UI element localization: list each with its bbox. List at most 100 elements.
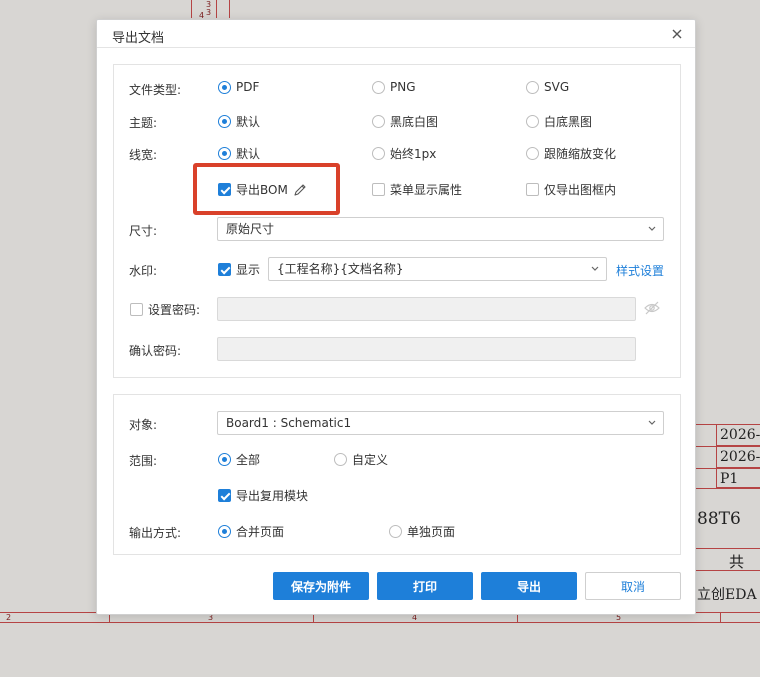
radio-label: 默认 <box>236 115 261 129</box>
radio-dot <box>372 147 385 160</box>
print-button[interactable]: 打印 <box>377 572 473 600</box>
schematic-line <box>216 0 217 18</box>
close-icon[interactable] <box>669 26 685 42</box>
checkbox-box <box>130 303 143 316</box>
watermark-value: {工程名称}{文档名称} <box>277 262 404 276</box>
radio-label: 默认 <box>236 147 261 161</box>
confirm-password-input[interactable] <box>217 337 636 361</box>
radio-label: 合并页面 <box>236 525 285 539</box>
size-select[interactable]: 原始尺寸 <box>217 217 664 241</box>
radio-separate-pages[interactable]: 单独页面 <box>389 523 455 540</box>
range-label: 范围: <box>129 454 158 468</box>
line-width-label: 线宽: <box>129 148 158 162</box>
schematic-line <box>696 548 760 549</box>
company-name: 立创EDA <box>697 587 757 603</box>
watermark-label: 水印: <box>129 264 158 278</box>
set-password-checkbox[interactable]: 设置密码: <box>130 301 200 318</box>
radio-theme-black-bg[interactable]: 黑底白图 <box>372 113 438 130</box>
export-reuse-module-checkbox[interactable]: 导出复用模块 <box>218 487 308 504</box>
schematic-line <box>696 488 760 489</box>
checkbox-label: 导出BOM <box>236 183 288 197</box>
chevron-down-icon <box>648 420 656 425</box>
schematic-line <box>696 468 716 469</box>
watermark-style-link[interactable]: 样式设置 <box>616 262 664 279</box>
menu-show-attributes-checkbox[interactable]: 菜单显示属性 <box>372 181 462 198</box>
radio-label: 自定义 <box>352 453 389 467</box>
radio-png[interactable]: PNG <box>372 80 416 94</box>
size-value: 原始尺寸 <box>226 222 275 236</box>
radio-label: 白底黑图 <box>544 115 593 129</box>
title-divider <box>97 47 695 48</box>
cancel-button[interactable]: 取消 <box>585 572 681 600</box>
radio-label: 跟随缩放变化 <box>544 147 617 161</box>
eye-hidden-icon[interactable] <box>643 300 661 316</box>
schematic-line <box>696 446 716 447</box>
watermark-select[interactable]: {工程名称}{文档名称} <box>268 257 607 281</box>
radio-pdf[interactable]: PDF <box>218 80 259 94</box>
confirm-password-label: 确认密码: <box>129 344 182 358</box>
pencil-icon[interactable] <box>292 182 308 198</box>
checkbox-box <box>372 183 385 196</box>
checkbox-label: 菜单显示属性 <box>390 183 463 197</box>
radio-label: 黑底白图 <box>390 115 439 129</box>
output-mode-label: 输出方式: <box>129 526 182 540</box>
password-input[interactable] <box>217 297 636 321</box>
title-block-cell: 2026- <box>716 446 760 468</box>
radio-dot <box>218 147 231 160</box>
radio-label: SVG <box>544 80 570 94</box>
radio-theme-white-bg[interactable]: 白底黑图 <box>526 113 592 130</box>
radio-dot <box>218 525 231 538</box>
export-bom-checkbox[interactable]: 导出BOM <box>218 181 308 198</box>
radio-dot <box>526 115 539 128</box>
radio-label: PNG <box>390 80 416 94</box>
export-button[interactable]: 导出 <box>481 572 577 600</box>
chevron-down-icon <box>648 226 656 231</box>
radio-line-scale[interactable]: 跟随缩放变化 <box>526 145 616 162</box>
save-as-attachment-button[interactable]: 保存为附件 <box>273 572 369 600</box>
radio-svg[interactable]: SVG <box>526 80 569 94</box>
radio-line-1px[interactable]: 始终1px <box>372 145 436 162</box>
radio-range-all[interactable]: 全部 <box>218 451 260 468</box>
radio-dot <box>218 453 231 466</box>
size-label: 尺寸: <box>129 224 158 238</box>
object-select[interactable]: Board1 : Schematic1 <box>217 411 664 435</box>
radio-dot <box>526 80 539 94</box>
title-block-cell: P1 <box>716 468 760 488</box>
pin-number: 3 <box>206 8 212 17</box>
radio-dot <box>218 115 231 128</box>
radio-label: 全部 <box>236 453 261 467</box>
checkbox-box <box>218 263 231 276</box>
export-document-dialog: 导出文档 文件类型: PDF PNG SVG 主题: 默认 黑底白图 白底黑图 … <box>96 19 696 615</box>
checkbox-label: 导出复用模块 <box>236 489 309 503</box>
checkbox-box <box>218 489 231 502</box>
total-label: 共 <box>729 553 745 571</box>
radio-range-custom[interactable]: 自定义 <box>334 451 388 468</box>
radio-merge-pages[interactable]: 合并页面 <box>218 523 284 540</box>
radio-label: 单独页面 <box>407 525 456 539</box>
chevron-down-icon <box>591 266 599 271</box>
theme-label: 主题: <box>129 116 158 130</box>
radio-dot <box>334 453 347 466</box>
checkbox-label: 显示 <box>236 263 261 277</box>
radio-line-default[interactable]: 默认 <box>218 145 260 162</box>
radio-dot <box>218 80 231 94</box>
checkbox-label: 设置密码: <box>148 303 201 317</box>
dialog-title: 导出文档 <box>112 31 165 46</box>
export-frame-only-checkbox[interactable]: 仅导出图框内 <box>526 181 616 198</box>
file-type-label: 文件类型: <box>129 83 182 97</box>
object-value: Board1 : Schematic1 <box>226 416 352 430</box>
title-block-cell: 2026- <box>716 424 760 446</box>
radio-dot <box>372 115 385 128</box>
schematic-line <box>229 0 230 18</box>
radio-dot <box>372 80 385 94</box>
schematic-line <box>696 570 760 571</box>
ruler-tick <box>720 612 721 622</box>
radio-dot <box>389 525 402 538</box>
radio-dot <box>526 147 539 160</box>
watermark-show-checkbox[interactable]: 显示 <box>218 261 260 278</box>
ruler-number: 2 <box>6 613 12 622</box>
radio-theme-default[interactable]: 默认 <box>218 113 260 130</box>
checkbox-label: 仅导出图框内 <box>544 183 617 197</box>
radio-label: 始终1px <box>390 147 437 161</box>
checkbox-box <box>526 183 539 196</box>
